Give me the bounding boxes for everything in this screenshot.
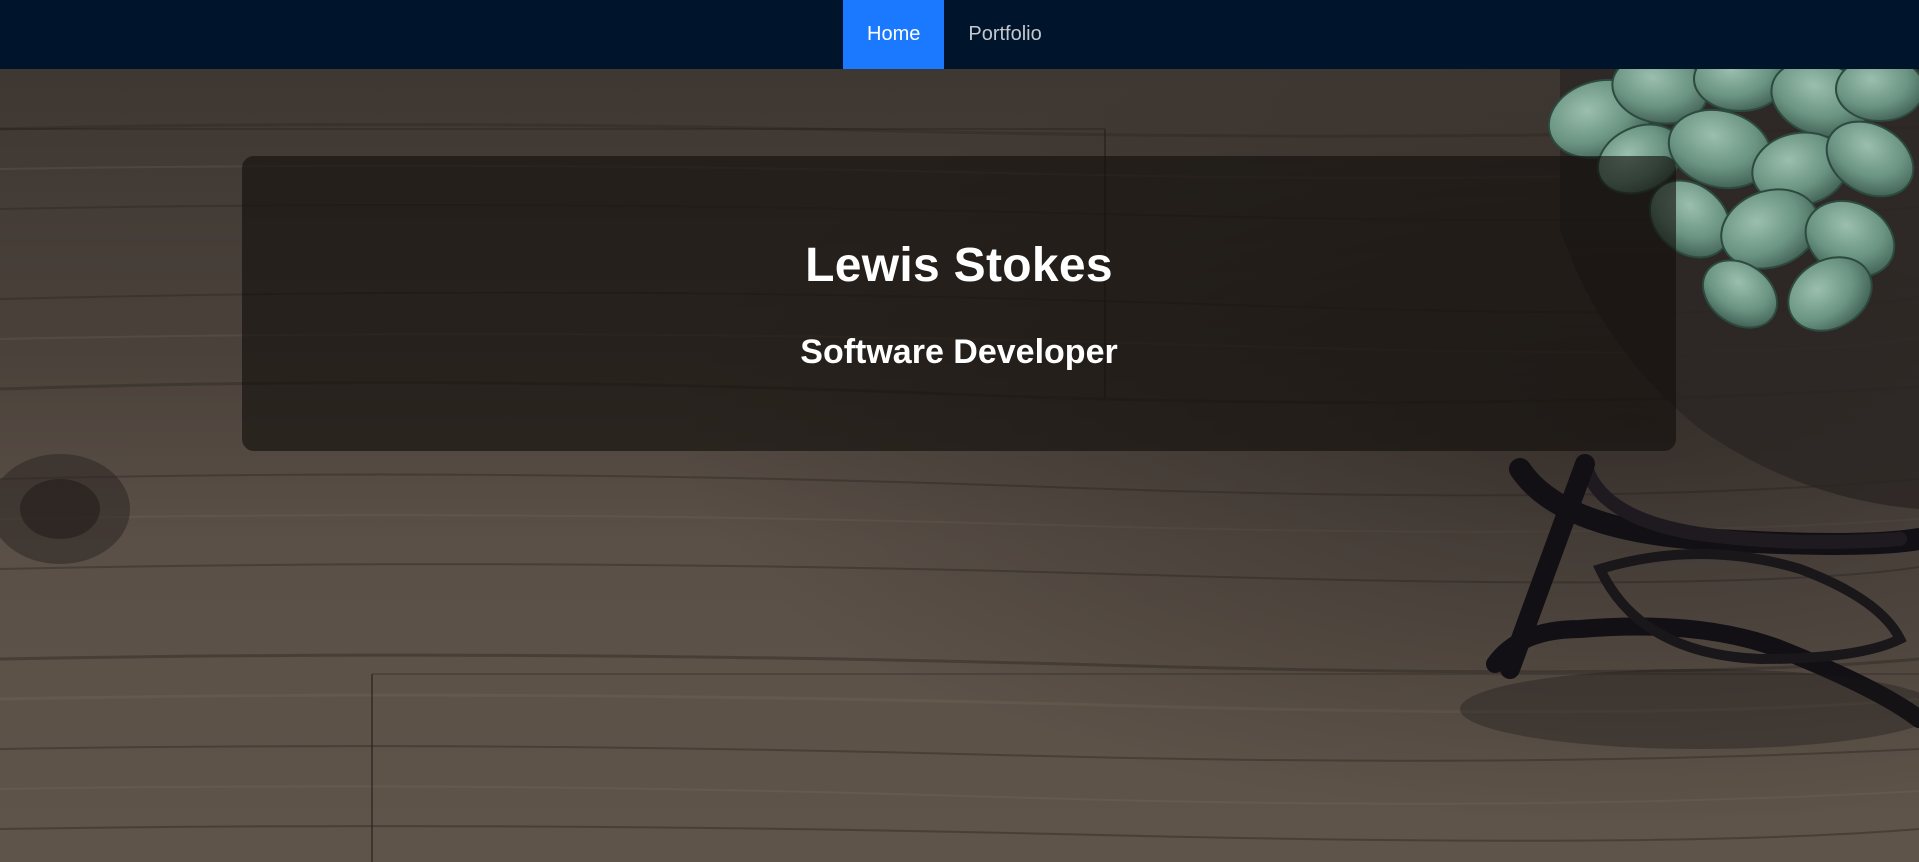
nav-list: Home Portfolio <box>843 0 1066 69</box>
hero-role: Software Developer <box>800 333 1118 371</box>
hero-name: Lewis Stokes <box>805 239 1113 292</box>
hero-card: Lewis Stokes Software Developer <box>242 156 1676 451</box>
top-navbar: Home Portfolio <box>0 0 1919 69</box>
nav-item-home[interactable]: Home <box>843 0 945 69</box>
page: Home Portfolio Lewis Stokes Software Dev… <box>0 0 1919 862</box>
nav-item-portfolio[interactable]: Portfolio <box>944 0 1065 69</box>
